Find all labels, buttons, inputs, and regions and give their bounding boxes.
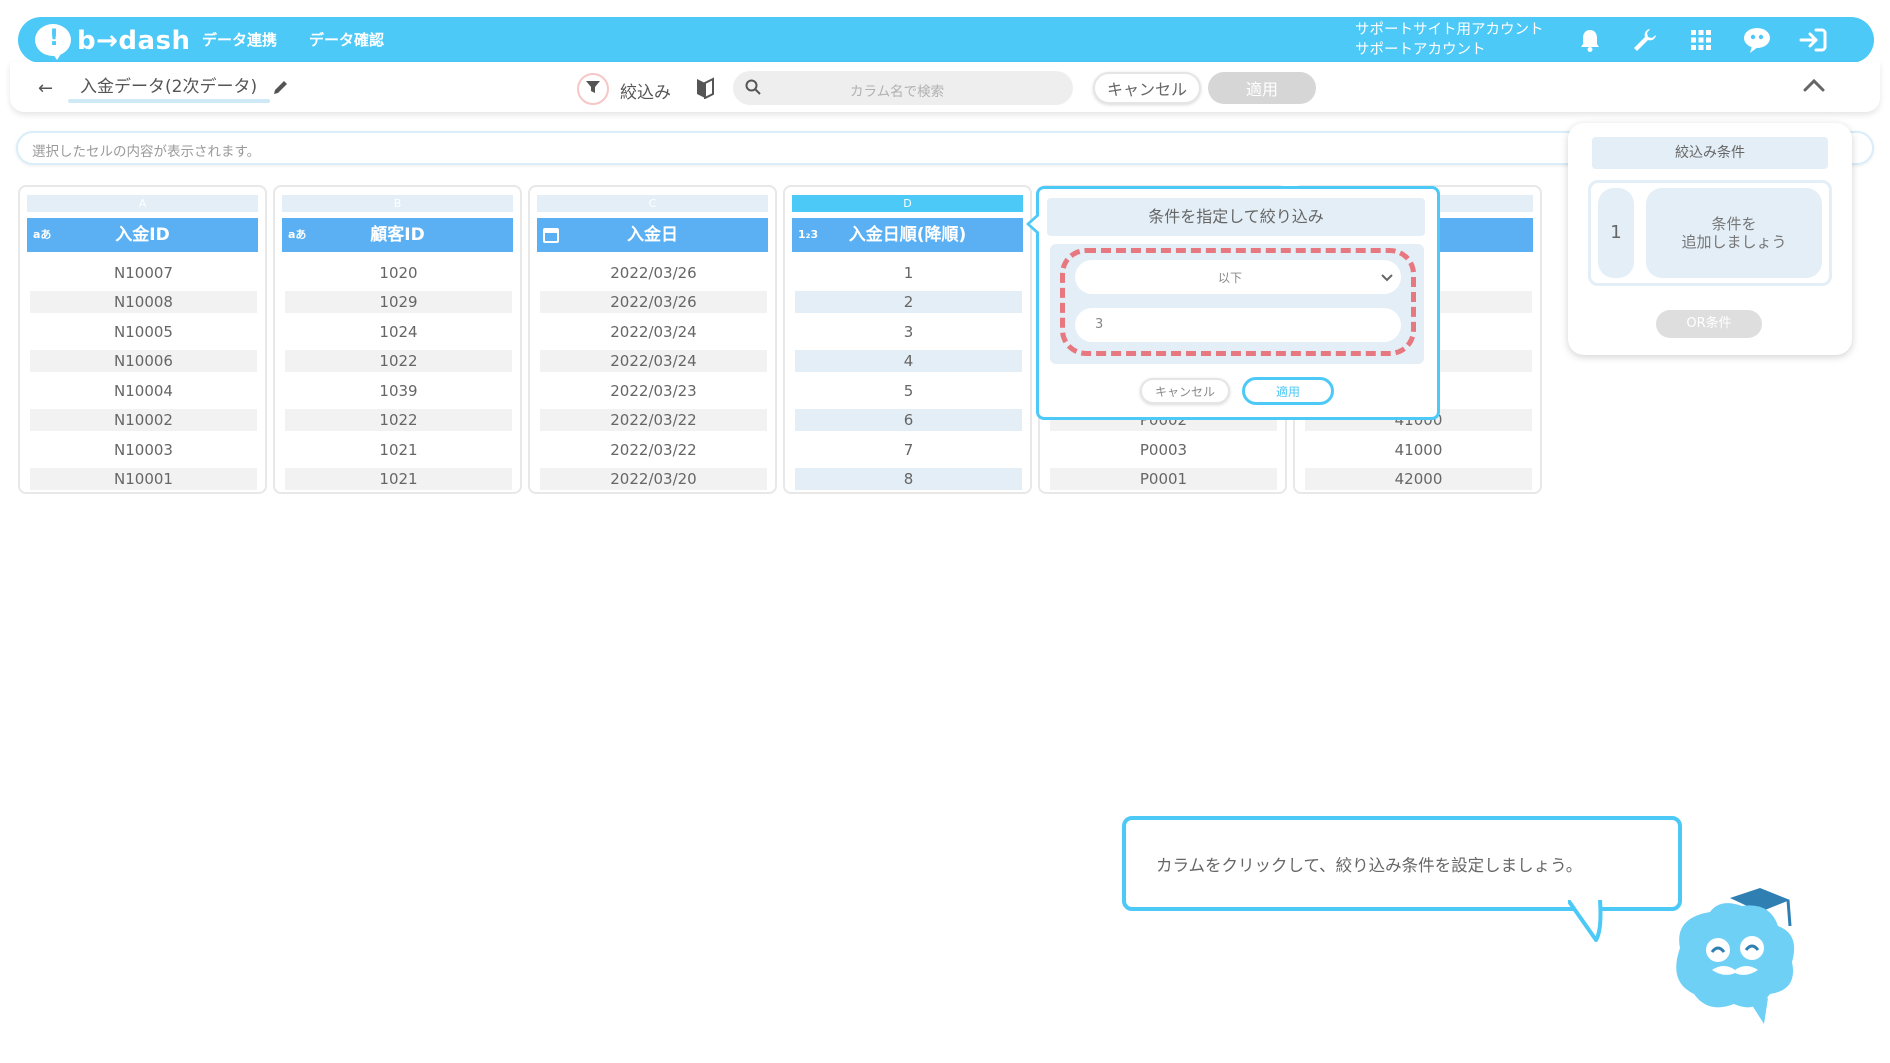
column-header[interactable]: aあ 入金ID [27,218,258,252]
column-header[interactable]: 1₂3 入金日順(降順) [792,218,1023,252]
table-cell[interactable]: 2 [795,291,1022,313]
column-letter[interactable]: D [792,195,1023,212]
column-d[interactable]: D 1₂3 入金日順(降順) 1 2 3 4 5 6 7 8 [783,185,1032,494]
column-a[interactable]: Aaあ 入金ID N10007 N10008 N10005 N10006 N10004 N10… [18,185,267,494]
pencil-icon[interactable] [272,78,290,100]
popover-apply-button[interactable]: 適用 [1242,377,1334,405]
table-cell[interactable]: 4 [795,350,1022,372]
cell-content-placeholder: 選択したセルの内容が表示されます。 [32,144,261,160]
apps-grid-icon[interactable] [1686,25,1716,55]
logo-bubble-icon: ! [35,24,71,60]
table-cell[interactable]: 3 [795,321,1022,343]
column-letter[interactable]: C [537,195,768,212]
column-c[interactable]: C 入金日 2022/03/26 2022/03/26 2022/03/24 2022/0… [528,185,777,494]
table-cell[interactable]: N10001 [30,468,257,490]
table-cell[interactable]: 2022/03/23 [540,380,767,402]
table-cell[interactable]: P0003 [1050,439,1277,461]
or-condition-button[interactable]: OR条件 [1656,310,1762,338]
back-arrow-icon[interactable]: ← [38,78,53,99]
table-cell[interactable]: 2022/03/24 [540,350,767,372]
column-header[interactable]: aあ 顧客ID [282,218,513,252]
column-header-label: 入金ID [115,225,170,245]
column-header-label: 入金日 [627,225,678,245]
column-type-badge: 1₂3 [798,228,819,241]
operator-selected-value: 以下 [1218,271,1243,285]
popover-cancel-button[interactable]: キャンセル [1140,378,1230,404]
column-b[interactable]: Baあ 顧客ID 1020 1029 1024 1022 1039 1022 1021 1021 [273,185,522,494]
calendar-icon [543,218,559,257]
table-cell[interactable]: 8 [795,468,1022,490]
table-cell[interactable]: 2022/03/26 [540,262,767,284]
account-info[interactable]: サポートサイト用アカウント サポートアカウント [1355,20,1544,60]
funnel-icon [585,79,601,99]
chevron-down-icon [1380,268,1394,287]
beginner-mark-icon[interactable] [696,77,714,103]
search-placeholder: カラム名で検索 [850,84,945,100]
table-cell[interactable]: 1021 [285,468,512,490]
account-name: サポートアカウント [1355,42,1486,58]
column-header-label: 顧客ID [370,225,425,245]
column-header[interactable]: 入金日 [537,218,768,252]
popover-title: 条件を指定して絞り込み [1047,198,1425,236]
filter-toggle-button[interactable] [577,73,609,105]
table-cell[interactable]: 1029 [285,291,512,313]
table-cell[interactable]: 2022/03/24 [540,321,767,343]
table-cell[interactable]: N10003 [30,439,257,461]
table-cell[interactable]: N10006 [30,350,257,372]
logout-icon[interactable] [1798,25,1828,55]
table-cell[interactable]: N10008 [30,291,257,313]
column-letter[interactable]: A [27,195,258,212]
logo-text: b→dash [77,26,191,56]
column-type-badge: aあ [33,228,52,241]
table-cell[interactable]: 2022/03/22 [540,409,767,431]
guide-message: カラムをクリックして、絞り込み条件を設定しましょう。 [1156,856,1583,875]
table-cell[interactable]: 7 [795,439,1022,461]
table-cell[interactable]: 1022 [285,409,512,431]
mascot-icon [1660,878,1810,1032]
table-cell[interactable]: N10007 [30,262,257,284]
bdash-logo[interactable]: ! b→dash [35,24,190,60]
table-cell[interactable]: P0001 [1050,468,1277,490]
table-cell[interactable]: 1020 [285,262,512,284]
search-icon [745,79,761,99]
apply-button[interactable]: 適用 [1208,72,1316,104]
column-header-label: 入金日順(降順) [848,225,967,245]
account-site: サポートサイト用アカウント [1355,22,1544,38]
sheet-title[interactable]: 入金データ(2次データ) [80,76,257,98]
table-cell[interactable]: 2022/03/26 [540,291,767,313]
column-type-badge: aあ [288,228,307,241]
wrench-icon[interactable] [1630,25,1660,55]
cancel-button[interactable]: キャンセル [1093,72,1201,104]
table-cell[interactable]: 2022/03/22 [540,439,767,461]
table-cell[interactable]: 2022/03/20 [540,468,767,490]
popover-notch-inner [1030,216,1039,232]
nav-data-check[interactable]: データ確認 [309,30,384,50]
filter-label: 絞込み [620,83,671,103]
table-cell[interactable]: 1022 [285,350,512,372]
filter-panel-title: 絞込み条件 [1592,137,1828,169]
add-condition-slot[interactable]: 条件を 追加しましょう [1646,188,1822,278]
chevron-up-icon[interactable] [1802,77,1826,97]
table-cell[interactable]: 6 [795,409,1022,431]
table-cell[interactable]: N10002 [30,409,257,431]
nav-data-integration[interactable]: データ連携 [202,30,277,50]
table-cell[interactable]: 1039 [285,380,512,402]
condition-group-number: 1 [1598,188,1634,278]
speech-bubble-tail [1566,898,1608,948]
table-cell[interactable]: 1021 [285,439,512,461]
condition-value-input[interactable]: 3 [1075,308,1401,342]
table-cell[interactable]: N10005 [30,321,257,343]
table-cell[interactable]: 1024 [285,321,512,343]
title-underline [68,99,270,103]
support-chat-icon[interactable] [1742,25,1772,55]
table-cell[interactable]: 41000 [1305,439,1532,461]
table-cell[interactable]: 42000 [1305,468,1532,490]
table-cell[interactable]: N10004 [30,380,257,402]
table-cell[interactable]: 1 [795,262,1022,284]
table-cell[interactable]: 5 [795,380,1022,402]
column-letter[interactable]: B [282,195,513,212]
bell-icon[interactable] [1575,25,1605,55]
